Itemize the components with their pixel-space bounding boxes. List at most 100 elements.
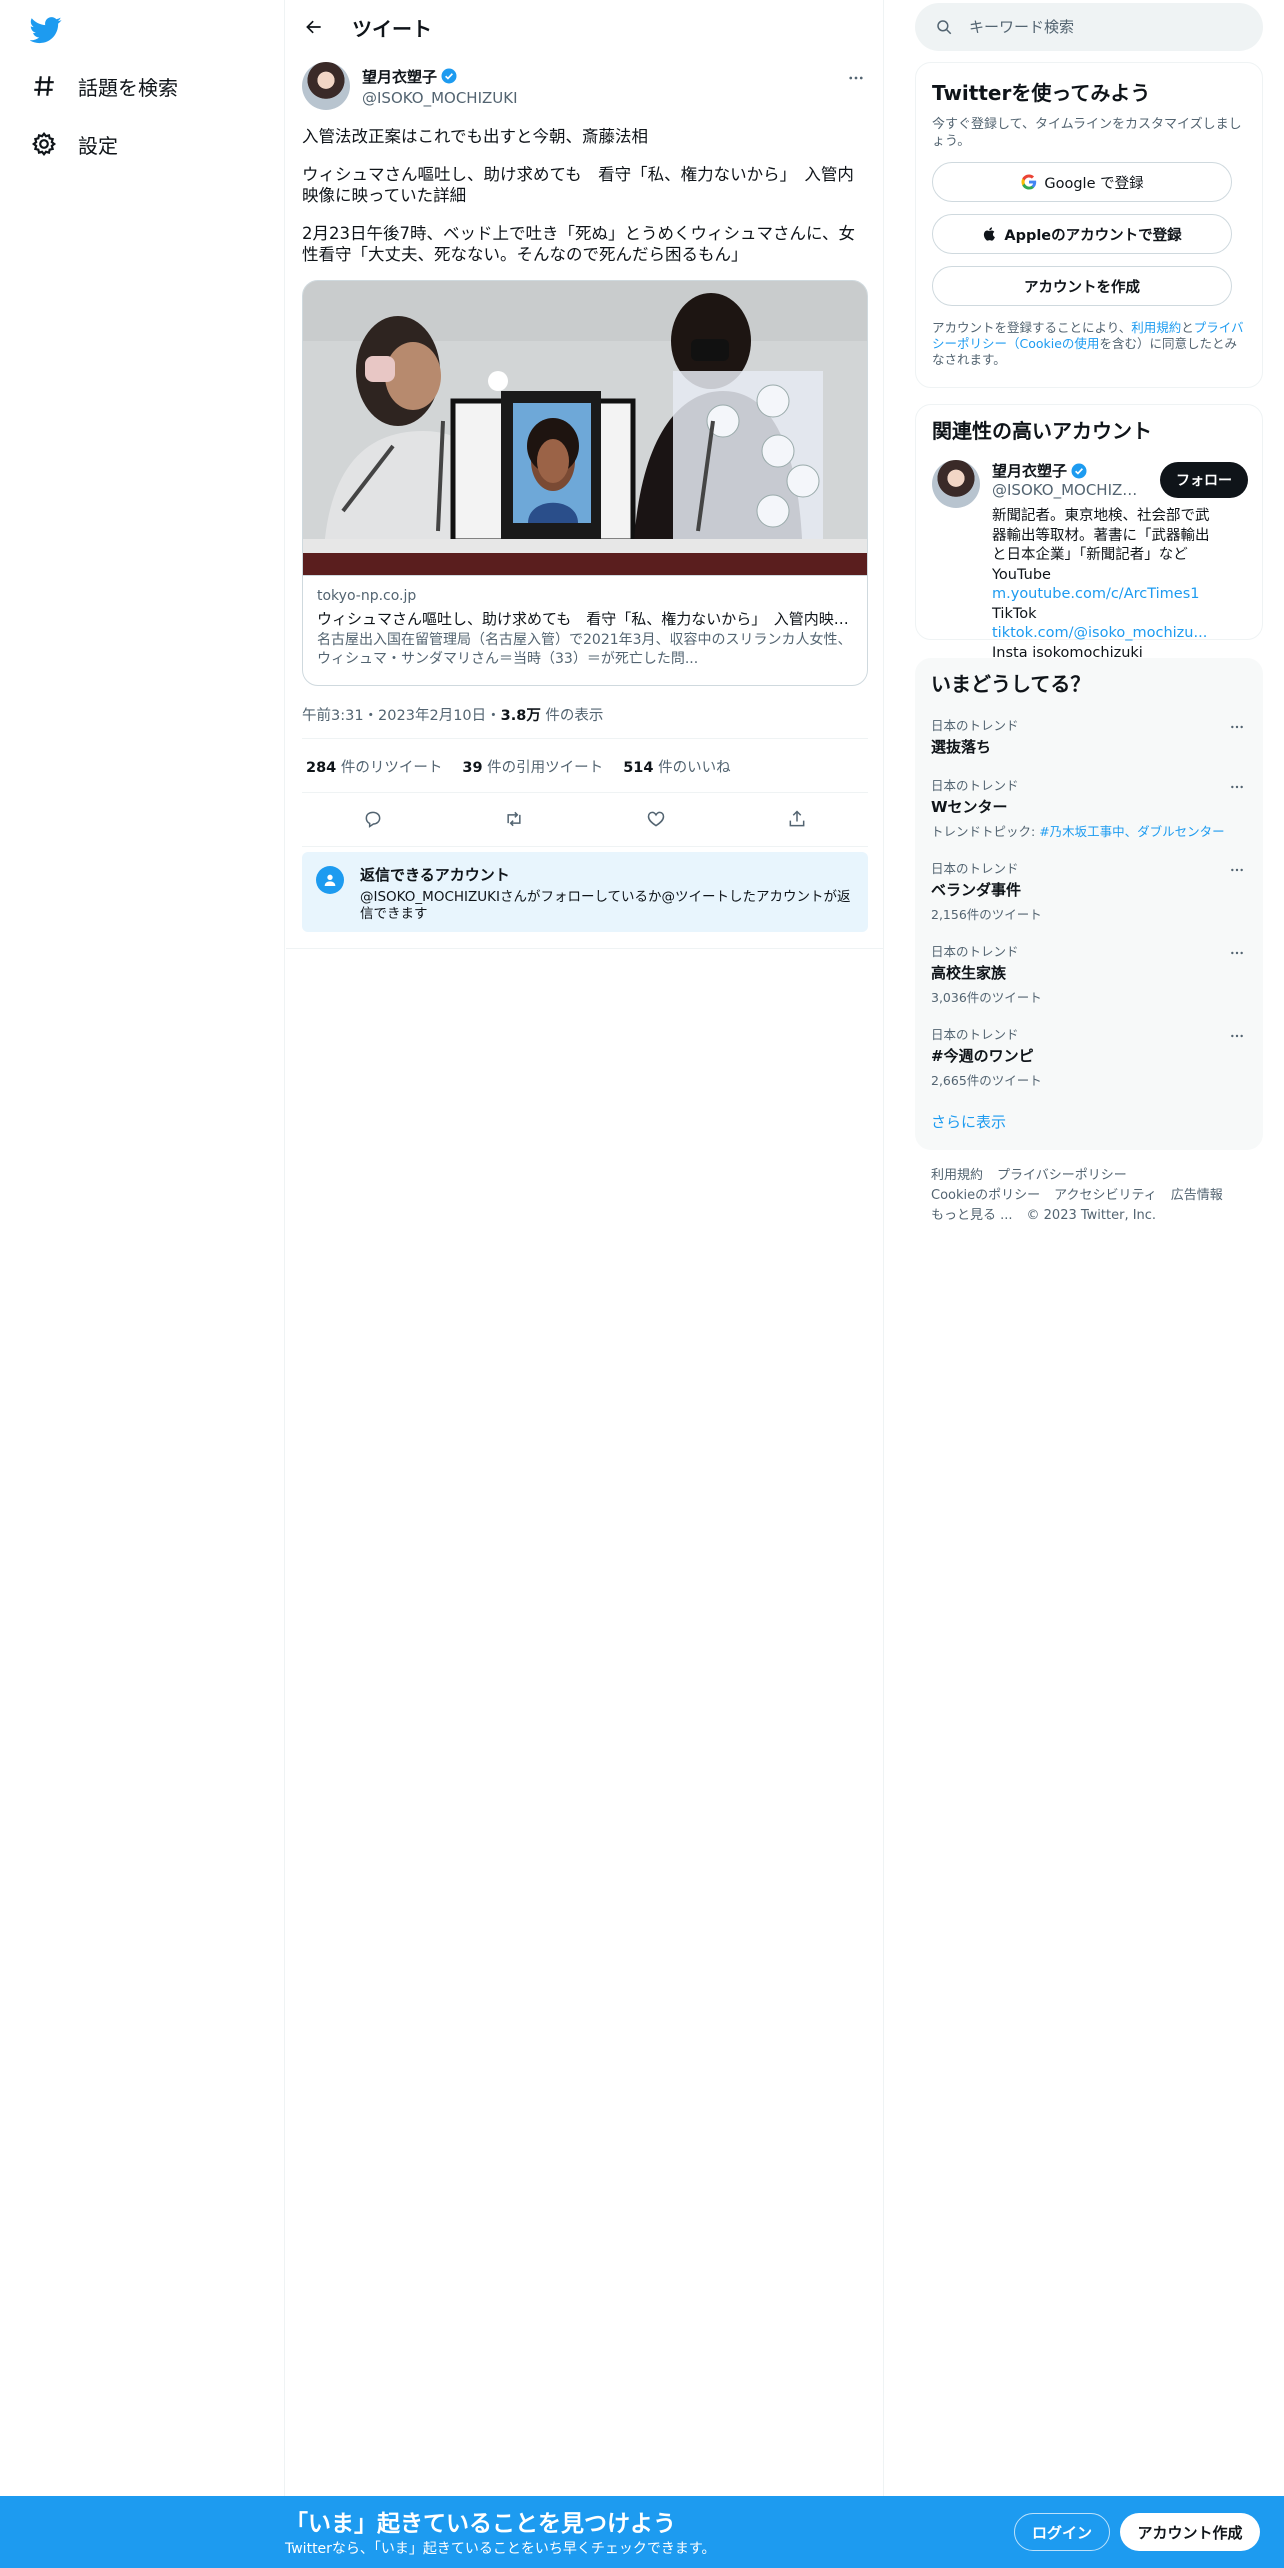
search-icon bbox=[937, 20, 952, 35]
apple-icon bbox=[984, 227, 996, 241]
trend-item[interactable]: 日本のトレンド 選抜落ち bbox=[931, 715, 1247, 757]
bottom-bar-title: 「いま」起きていることを見つけよう bbox=[285, 2511, 676, 2537]
trend-context: 日本のトレンド bbox=[931, 861, 1019, 876]
reply-icon[interactable] bbox=[355, 801, 391, 837]
trend-topic-links[interactable]: #乃木坂工事中、ダブルセンター bbox=[1039, 824, 1224, 839]
footer-link[interactable]: Cookieのポリシー bbox=[931, 1188, 1040, 1203]
card-description: 名古屋出入国在留管理局（名古屋入管）で2021年3月、収容中のスリランカ人女性、… bbox=[317, 632, 852, 667]
show-more-link[interactable]: さらに表示 bbox=[931, 1111, 1247, 1132]
trend-item[interactable]: 日本のトレンド ベランダ事件 2,156件のツイート bbox=[931, 858, 1247, 923]
trend-item[interactable]: 日本のトレンド #今週のワンピ 2,665件のツイート bbox=[931, 1024, 1247, 1089]
page-title: ツイート bbox=[352, 16, 432, 41]
signup-panel: Twitterを使ってみよう 今すぐ登録して、タイムラインをカスタマイズしましょ… bbox=[915, 62, 1263, 388]
follow-button[interactable]: フォロー bbox=[1160, 462, 1248, 498]
search-input[interactable] bbox=[969, 18, 1239, 36]
trend-item[interactable]: 日本のトレンド Wセンター トレンドトピック: #乃木坂工事中、ダブルセンター bbox=[931, 775, 1247, 840]
trend-topic-prefix: トレンドトピック: bbox=[931, 824, 1040, 839]
more-options-icon[interactable] bbox=[1227, 1026, 1247, 1046]
retweet-icon[interactable] bbox=[496, 801, 532, 837]
trend-item[interactable]: 日本のトレンド 高校生家族 3,036件のツイート bbox=[931, 941, 1247, 1006]
trend-name: Wセンター bbox=[931, 798, 1008, 816]
avatar[interactable] bbox=[302, 62, 350, 110]
footer-link[interactable]: 利用規約 bbox=[931, 1168, 983, 1183]
trend-name: 選抜落ち bbox=[931, 738, 992, 756]
retweets-stat[interactable]: 284 件のリツイート bbox=[306, 756, 442, 777]
trend-context: 日本のトレンド bbox=[931, 1027, 1019, 1042]
create-account-button[interactable]: アカウントを作成 bbox=[932, 266, 1232, 306]
bottom-signup-bar: 「いま」起きていることを見つけよう Twitterなら、「いま」起きていることを… bbox=[0, 2496, 1284, 2568]
footer-links: 利用規約 プライバシーポリシー Cookieのポリシー アクセシビリティ 広告情報 も… bbox=[931, 1166, 1251, 1226]
verified-badge-icon bbox=[1071, 463, 1087, 478]
bio-text: 新聞記者。東京地検、社会部で武器輸出等取材。著書に「武器輸出と日本企業」「新聞記… bbox=[992, 508, 1210, 583]
legal-and: と bbox=[1181, 320, 1194, 335]
related-bio: 新聞記者。東京地検、社会部で武器輸出等取材。著書に「武器輸出と日本企業」「新聞記… bbox=[992, 507, 1212, 663]
gear-icon bbox=[30, 130, 58, 158]
trends-panel: いまどうしてる？ 日本のトレンド 選抜落ち 日本のトレンド Wセンター トレンド… bbox=[915, 658, 1263, 1150]
hashtag-icon bbox=[30, 72, 58, 100]
nav-explore-label: 話題を検索 bbox=[78, 75, 178, 100]
trend-name: ベランダ事件 bbox=[931, 881, 1022, 899]
twitter-logo-icon[interactable] bbox=[29, 14, 66, 44]
more-options-icon[interactable] bbox=[844, 66, 868, 90]
timestamp-text[interactable]: 午前3:31・2023年2月10日・ bbox=[302, 708, 501, 724]
tweet-author: 望月衣塑子 @ISOKO_MOCHIZUKI bbox=[302, 62, 868, 110]
left-nav: 話題を検索 設定 bbox=[0, 0, 285, 2496]
trend-count: 2,156件のツイート bbox=[931, 907, 1042, 922]
trend-name: 高校生家族 bbox=[931, 964, 1007, 982]
bio-mid: TikTok bbox=[992, 605, 1037, 622]
create-account-label: アカウントを作成 bbox=[1024, 279, 1140, 296]
nav-settings-label: 設定 bbox=[78, 133, 118, 158]
card-image bbox=[303, 281, 867, 576]
quotes-stat[interactable]: 39 件の引用ツイート bbox=[462, 756, 603, 777]
tiktok-link[interactable]: tiktok.com/@isoko_mochizu... bbox=[992, 625, 1207, 641]
tweet-timestamp: 午前3:31・2023年2月10日・3.8万 件の表示 bbox=[302, 704, 603, 725]
author-handle[interactable]: @ISOKO_MOCHIZUKI bbox=[362, 89, 518, 107]
reply-restriction-description: @ISOKO_MOCHIZUKIさんがフォローしているか@ツイートしたアカウント… bbox=[360, 889, 851, 922]
back-button[interactable] bbox=[296, 9, 332, 45]
signup-button[interactable]: アカウント作成 bbox=[1120, 2513, 1260, 2551]
apple-signup-button[interactable]: Appleのアカウントで登録 bbox=[932, 214, 1232, 254]
youtube-link[interactable]: m.youtube.com/c/ArcTimes1 bbox=[992, 586, 1200, 602]
login-button[interactable]: ログイン bbox=[1014, 2513, 1110, 2551]
like-icon[interactable] bbox=[638, 801, 674, 837]
trend-context: 日本のトレンド bbox=[931, 778, 1019, 793]
reply-restriction-box: 返信できるアカウント @ISOKO_MOCHIZUKIさんがフォローしているか@… bbox=[302, 852, 868, 932]
google-signup-label: Google で登録 bbox=[1044, 175, 1144, 192]
tweet-paragraph: ウィシュマさん嘔吐し、助け求めても 看守「私、権力ないから」 入管内映像に映って… bbox=[302, 165, 854, 205]
author-name: 望月衣塑子 bbox=[362, 67, 438, 86]
share-icon[interactable] bbox=[779, 801, 815, 837]
link-card[interactable]: tokyo-np.co.jp ウィシュマさん嘔吐し、助け求めても 看守「私、権力… bbox=[302, 280, 868, 686]
related-handle: @ISOKO_MOCHIZUKI bbox=[992, 481, 1142, 499]
nav-item-settings[interactable]: 設定 bbox=[30, 124, 118, 164]
google-signup-button[interactable]: Google で登録 bbox=[932, 162, 1232, 202]
more-options-icon[interactable] bbox=[1227, 717, 1247, 737]
more-options-icon[interactable] bbox=[1227, 777, 1247, 797]
signup-subtitle: 今すぐ登録して、タイムラインをカスタマイズしましょう。 bbox=[932, 117, 1242, 149]
terms-link[interactable]: 利用規約 bbox=[1131, 320, 1181, 335]
footer-link[interactable]: 広告情報 bbox=[1171, 1188, 1223, 1203]
author-name-link[interactable]: 望月衣塑子 bbox=[362, 66, 518, 87]
footer-link[interactable]: アクセシビリティ bbox=[1054, 1188, 1157, 1203]
tweet-actions bbox=[302, 793, 868, 845]
trend-count: 3,036件のツイート bbox=[931, 990, 1042, 1005]
tweet-text: 入管法改正案はこれでも出すと今朝、斎藤法相 ウィシュマさん嘔吐し、助け求めても … bbox=[302, 126, 868, 282]
nav-item-explore[interactable]: 話題を検索 bbox=[30, 66, 178, 106]
legal-prefix: アカウントを登録することにより、 bbox=[932, 320, 1132, 335]
copyright: © 2023 Twitter, Inc. bbox=[1026, 1208, 1157, 1223]
trend-name: #今週のワンピ bbox=[931, 1047, 1034, 1065]
related-account[interactable]: 望月衣塑子 @ISOKO_MOCHIZUKI 新聞記者。東京地検、社会部で武器輸… bbox=[932, 460, 1248, 663]
trend-context: 日本のトレンド bbox=[931, 944, 1019, 959]
likes-stat[interactable]: 514 件のいいね bbox=[623, 756, 730, 777]
footer-link[interactable]: もっと見る ... bbox=[931, 1208, 1013, 1223]
avatar[interactable] bbox=[932, 460, 980, 508]
signup-legal-text: アカウントを登録することにより、利用規約とプライバシーポリシー（Cookieの使… bbox=[932, 320, 1246, 368]
related-title: 関連性の高いアカウント bbox=[932, 419, 1152, 443]
footer-link[interactable]: プライバシーポリシー bbox=[997, 1168, 1127, 1183]
trends-title: いまどうしてる？ bbox=[931, 672, 1091, 696]
views-label: 件の表示 bbox=[540, 708, 604, 724]
related-name: 望月衣塑子 bbox=[992, 462, 1068, 480]
related-accounts-panel: 関連性の高いアカウント 望月衣塑子 @ISOKO_MOCHIZUKI 新聞記者。… bbox=[915, 404, 1263, 661]
more-options-icon[interactable] bbox=[1227, 943, 1247, 963]
trend-context: 日本のトレンド bbox=[931, 718, 1019, 733]
more-options-icon[interactable] bbox=[1227, 860, 1247, 880]
